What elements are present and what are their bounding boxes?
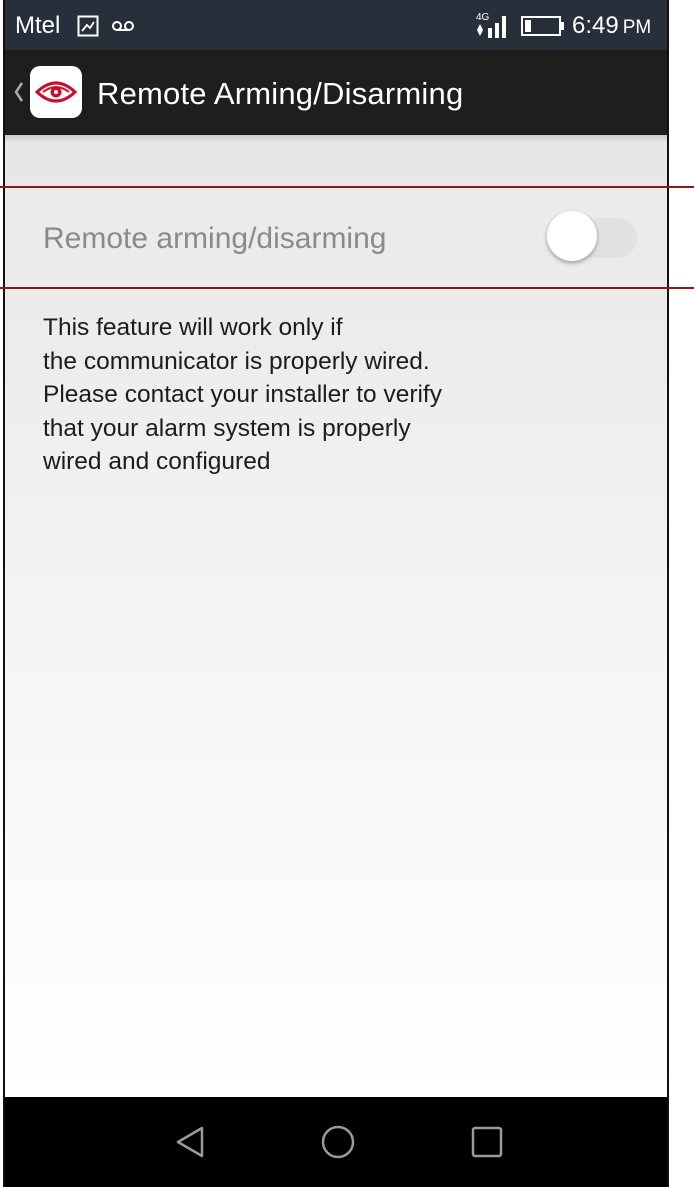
status-bar: Mtel 4G 6:49 PM <box>5 0 667 50</box>
toggle-thumb <box>547 211 597 261</box>
carrier-name: Mtel <box>15 12 61 39</box>
highlight-line-bottom <box>0 287 694 289</box>
back-chevron-icon[interactable] <box>13 81 25 108</box>
content-shadow <box>5 135 667 143</box>
note-line: that your alarm system is properly <box>43 414 411 442</box>
sim-icon <box>77 15 99 42</box>
note-line: the communicator is properly wired. <box>43 347 430 375</box>
wiring-note: This feature will work only if the commu… <box>43 311 563 479</box>
network-type-label: 4G <box>476 12 490 23</box>
voicemail-icon <box>112 19 134 37</box>
clock-ampm: PM <box>622 17 652 38</box>
status-clock: 6:49 PM <box>572 12 651 40</box>
action-bar: Remote Arming/Disarming <box>5 50 667 135</box>
signal-icon: 4G <box>475 10 515 45</box>
home-circle-icon[interactable] <box>321 1125 355 1164</box>
note-line: This feature will work only if <box>43 314 343 341</box>
nav-bar <box>5 1097 667 1187</box>
setting-row-remote-arming[interactable]: Remote arming/disarming <box>5 187 667 287</box>
page-title: Remote Arming/Disarming <box>97 76 464 111</box>
clock-time: 6:49 <box>572 12 619 39</box>
phone-screen: Mtel 4G 6:49 PM Remote Arming/Disarming … <box>3 0 669 1187</box>
note-line: Please contact your installer to verify <box>43 381 442 408</box>
highlight-line-top <box>0 186 694 188</box>
remote-arming-toggle[interactable] <box>547 207 637 263</box>
settings-content: Remote arming/disarming This feature wil… <box>5 135 667 1097</box>
battery-icon <box>521 16 565 41</box>
setting-label-remote-arming: Remote arming/disarming <box>43 222 387 255</box>
back-triangle-icon[interactable] <box>173 1125 207 1164</box>
note-line: wired and configured <box>43 448 271 475</box>
recents-square-icon[interactable] <box>470 1125 504 1164</box>
app-logo-icon[interactable] <box>30 66 82 118</box>
